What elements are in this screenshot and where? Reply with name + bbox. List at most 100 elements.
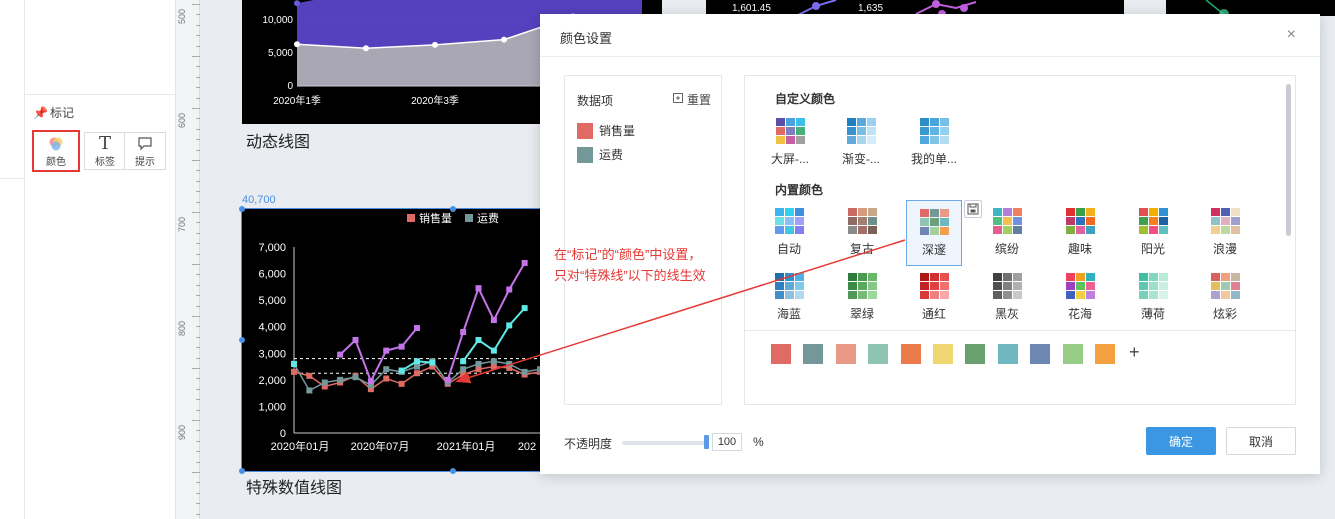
color-cell: [1230, 273, 1240, 281]
color-cell: [1075, 226, 1085, 234]
current-color-swatch[interactable]: [803, 344, 824, 364]
scheme-swatch-grid: [919, 209, 949, 235]
data-item-sales[interactable]: 销售量: [577, 122, 635, 139]
color-cell: [1085, 217, 1095, 225]
current-color-swatch[interactable]: [900, 344, 921, 364]
color-scheme[interactable]: 薄荷: [1125, 265, 1181, 331]
color-cell: [1012, 273, 1022, 281]
color-cell: [857, 273, 867, 281]
left-strip-divider: [24, 0, 25, 519]
color-cell: [774, 208, 784, 216]
y-tick-label: 0: [280, 428, 286, 440]
color-cell: [1220, 282, 1230, 290]
opacity-slider-track[interactable]: [622, 441, 708, 445]
resize-handle[interactable]: [450, 206, 456, 212]
opacity-input[interactable]: 100: [712, 433, 742, 451]
ruler-tick: [192, 264, 200, 265]
scheme-swatch-grid: [992, 208, 1022, 234]
current-color-swatch[interactable]: [835, 344, 856, 364]
color-scheme[interactable]: 趣味: [1052, 200, 1108, 266]
scheme-name: 渐变-...: [842, 152, 880, 166]
color-scheme[interactable]: 通红: [906, 265, 962, 331]
color-cell: [1002, 273, 1012, 281]
color-scheme[interactable]: 海蓝: [761, 265, 817, 331]
color-cell: [1230, 226, 1240, 234]
color-cell: [1148, 208, 1158, 216]
color-scheme[interactable]: 复古: [834, 200, 890, 266]
y-tick-label: 4,000: [258, 322, 286, 334]
current-color-swatch[interactable]: [997, 344, 1018, 364]
opacity-slider-thumb[interactable]: [704, 435, 709, 449]
current-color-swatch[interactable]: [1030, 344, 1051, 364]
data-point: [414, 363, 420, 370]
color-cell: [939, 227, 949, 235]
cancel-button[interactable]: 取消: [1226, 427, 1296, 455]
reset-button[interactable]: 重置: [672, 91, 711, 108]
add-color-button[interactable]: +: [1129, 342, 1140, 363]
color-cell: [939, 136, 949, 144]
ruler-tick: [196, 503, 200, 505]
mark-tooltip-button[interactable]: 提示: [124, 132, 166, 170]
selection-size-label: 40,700: [242, 194, 276, 206]
resize-handle[interactable]: [450, 468, 456, 474]
color-cell: [992, 282, 1002, 290]
current-color-swatch[interactable]: [965, 344, 986, 364]
scheme-name: 薄荷: [1140, 307, 1165, 321]
mark-color-button[interactable]: 颜色: [32, 130, 80, 172]
color-cell: [1085, 291, 1095, 299]
current-color-swatch[interactable]: [933, 344, 953, 364]
close-icon[interactable]: ×: [1287, 26, 1296, 44]
color-scheme[interactable]: 花海: [1052, 265, 1108, 331]
resize-handle[interactable]: [239, 337, 245, 343]
color-scheme[interactable]: 渐变-...: [833, 110, 889, 176]
color-cell: [856, 118, 866, 126]
color-scheme[interactable]: 黑灰: [979, 265, 1035, 331]
color-cell: [1220, 273, 1230, 281]
color-scheme[interactable]: 炫彩: [1197, 265, 1253, 331]
color-cell: [1210, 282, 1220, 290]
data-point: [321, 379, 328, 386]
current-color-swatch[interactable]: [868, 344, 889, 364]
ruler-tick: [196, 97, 200, 99]
color-scheme[interactable]: 大屏-...: [762, 110, 818, 176]
current-color-swatch[interactable]: [1095, 344, 1115, 364]
data-item-freight[interactable]: 运费: [577, 146, 623, 163]
scheme-name: 复古: [849, 242, 874, 256]
scheme-name: 海蓝: [776, 307, 801, 321]
color-scheme[interactable]: 缤纷: [979, 200, 1035, 266]
data-point: [521, 305, 528, 312]
color-cell: [919, 118, 929, 126]
mark-label-button[interactable]: T 标签: [84, 132, 126, 170]
color-scheme[interactable]: 阳光: [1125, 200, 1181, 266]
color-scheme[interactable]: 浪漫: [1197, 200, 1253, 266]
current-color-swatch[interactable]: [1062, 344, 1083, 364]
color-cell: [1138, 291, 1148, 299]
ruler-tick: [196, 201, 200, 203]
color-cell: [929, 282, 939, 290]
color-cell: [1148, 282, 1158, 290]
color-scheme[interactable]: 我的单...: [906, 110, 962, 176]
resize-handle[interactable]: [239, 468, 245, 474]
ruler-label: 900: [177, 424, 187, 440]
scheme-swatch-grid: [847, 273, 877, 299]
scrollbar[interactable]: [1286, 84, 1291, 236]
color-cell: [1012, 291, 1022, 299]
color-cell: [1158, 273, 1168, 281]
y-tick-label: 5,000: [268, 48, 293, 59]
mark-header-label: 标记: [49, 106, 74, 120]
x-tick-label: 2021年01月: [437, 439, 496, 453]
scheme-name: 阳光: [1140, 242, 1165, 256]
color-scheme[interactable]: 深邃: [906, 200, 962, 266]
ruler-tick: [192, 108, 200, 109]
ok-button[interactable]: 确定: [1146, 427, 1216, 455]
data-point: [475, 366, 482, 373]
data-point: [490, 347, 497, 354]
save-scheme-icon[interactable]: [964, 200, 982, 218]
color-scheme[interactable]: 翠绿: [834, 265, 890, 331]
resize-handle[interactable]: [239, 206, 245, 212]
color-scheme[interactable]: 自动: [761, 200, 817, 266]
data-items-panel: 数据项 重置 销售量 运费: [564, 75, 722, 405]
data-point: [383, 347, 390, 354]
current-color-swatch[interactable]: [771, 344, 791, 364]
color-cell: [866, 127, 876, 135]
